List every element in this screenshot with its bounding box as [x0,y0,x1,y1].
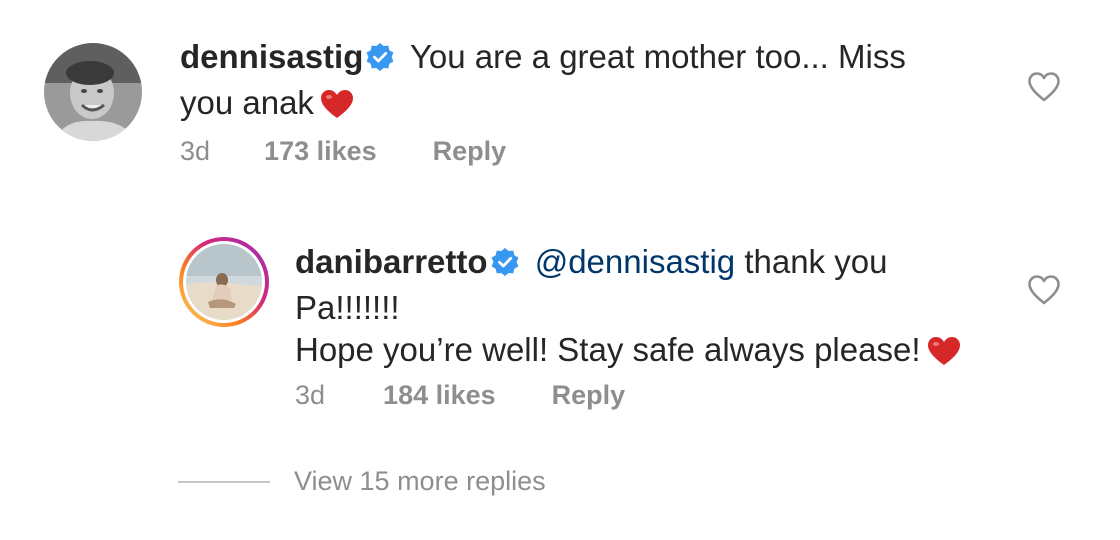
reply-reply-button[interactable]: Reply [552,380,626,411]
reply-text-line2: Pa!!!!!!! [295,289,400,326]
view-more-divider-line [178,480,270,483]
reply-meta: 3d 184 likes Reply [295,380,625,411]
view-more-replies-label: View 15 more replies [294,466,546,496]
reply-likes-count[interactable]: 184 likes [383,380,496,411]
comment-body: dennisastig You are a great mother too..… [180,36,980,129]
comment-like-heart-icon[interactable] [1027,71,1061,103]
avatar-danibarretto[interactable] [178,236,270,328]
comment-username[interactable]: dennisastig [180,38,363,75]
reply-username[interactable]: danibarretto [295,243,488,280]
comment-reply-button[interactable]: Reply [433,136,507,167]
reply-mention-link[interactable]: @dennisastig [535,243,735,280]
red-heart-emoji-icon [927,334,961,376]
reply-like-heart-icon[interactable] [1027,274,1061,306]
reply-body: danibarretto @dennisastig thank you Pa!!… [295,241,1035,376]
comment-meta: 3d 173 likes Reply [180,136,506,167]
reply-text-line1: thank you [744,243,888,280]
avatar-dennisastig[interactable] [44,43,142,141]
red-heart-emoji-icon [320,87,354,129]
verified-badge-icon [490,245,520,287]
reply-text-line3: Hope you’re well! Stay safe always pleas… [295,331,921,368]
view-more-replies-button[interactable]: View 15 more replies [178,466,546,497]
comment-time: 3d [180,136,211,166]
comment-text-line2: you anak [180,84,314,121]
verified-badge-icon [365,40,395,82]
comment-text-line1: You are a great mother too... Miss [409,38,906,75]
reply-time: 3d [295,380,326,410]
comment-likes-count[interactable]: 173 likes [264,136,377,167]
